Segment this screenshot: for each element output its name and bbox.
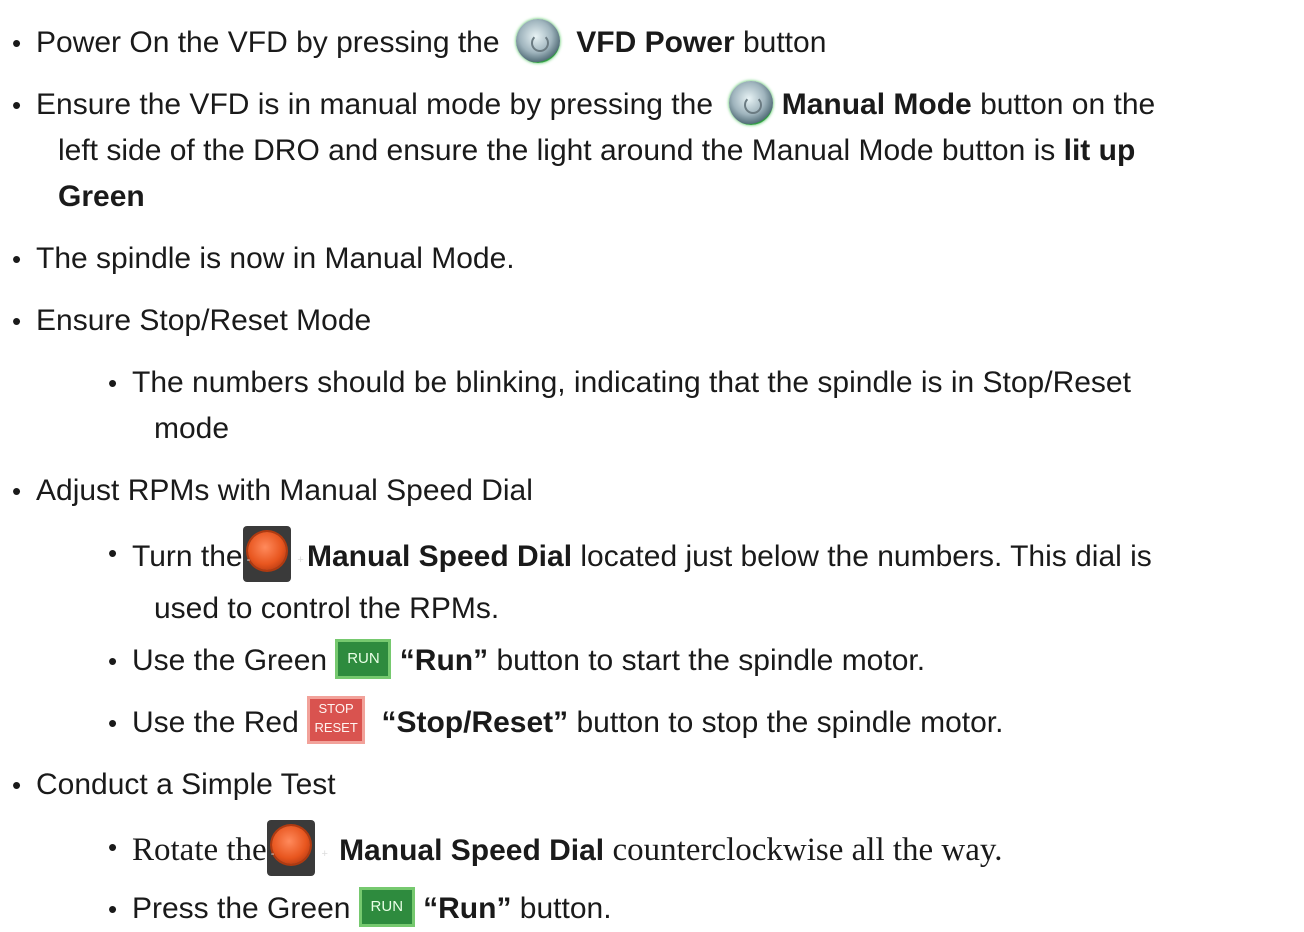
list-item: • Conduct a Simple Test: [12, 762, 336, 808]
list-item: • The spindle is now in Manual Mode.: [12, 236, 515, 282]
list-item: • The numbers should be blinking, indica…: [108, 360, 1131, 452]
manual-mode-button-icon: [729, 81, 774, 126]
manual-speed-dial-icon: [266, 820, 350, 877]
bullet: •: [12, 244, 22, 274]
bullet: •: [12, 476, 22, 506]
list-item: • Ensure Stop/Reset Mode: [12, 298, 371, 344]
list-item: • Rotate the Manual Speed Dial countercl…: [108, 820, 1003, 880]
manual-speed-dial-icon: [242, 526, 326, 583]
list-item: • Use the Red STOP RESET “Stop/Reset” but…: [108, 696, 1003, 748]
bullet: •: [12, 28, 22, 58]
bullet: •: [12, 90, 22, 120]
bullet: •: [108, 832, 118, 862]
bullet: •: [12, 306, 22, 336]
stop-reset-button-icon: STOP RESET: [307, 696, 366, 745]
bullet: •: [108, 368, 118, 398]
bullet: •: [108, 894, 118, 924]
run-button-icon: RUN: [335, 639, 392, 680]
bullet: •: [108, 708, 118, 738]
list-item: • Power On the VFD by pressing the VFD P…: [12, 19, 826, 66]
list-item: • Press the Green RUN “Run” button.: [108, 886, 612, 932]
list-item: • Turn the Manual Speed Dial located jus…: [108, 526, 1152, 632]
list-item: • Ensure the VFD is in manual mode by pr…: [12, 81, 1155, 220]
list-item: • Use the Green RUN “Run” button to star…: [108, 638, 925, 684]
bullet: •: [108, 646, 118, 676]
run-button-icon: RUN: [358, 887, 415, 928]
bullet: •: [108, 538, 118, 568]
list-item: • Adjust RPMs with Manual Speed Dial: [12, 468, 533, 514]
bullet: •: [12, 770, 22, 800]
vfd-power-button-icon: [515, 19, 560, 64]
instruction-list: • Power On the VFD by pressing the VFD P…: [0, 0, 1304, 928]
